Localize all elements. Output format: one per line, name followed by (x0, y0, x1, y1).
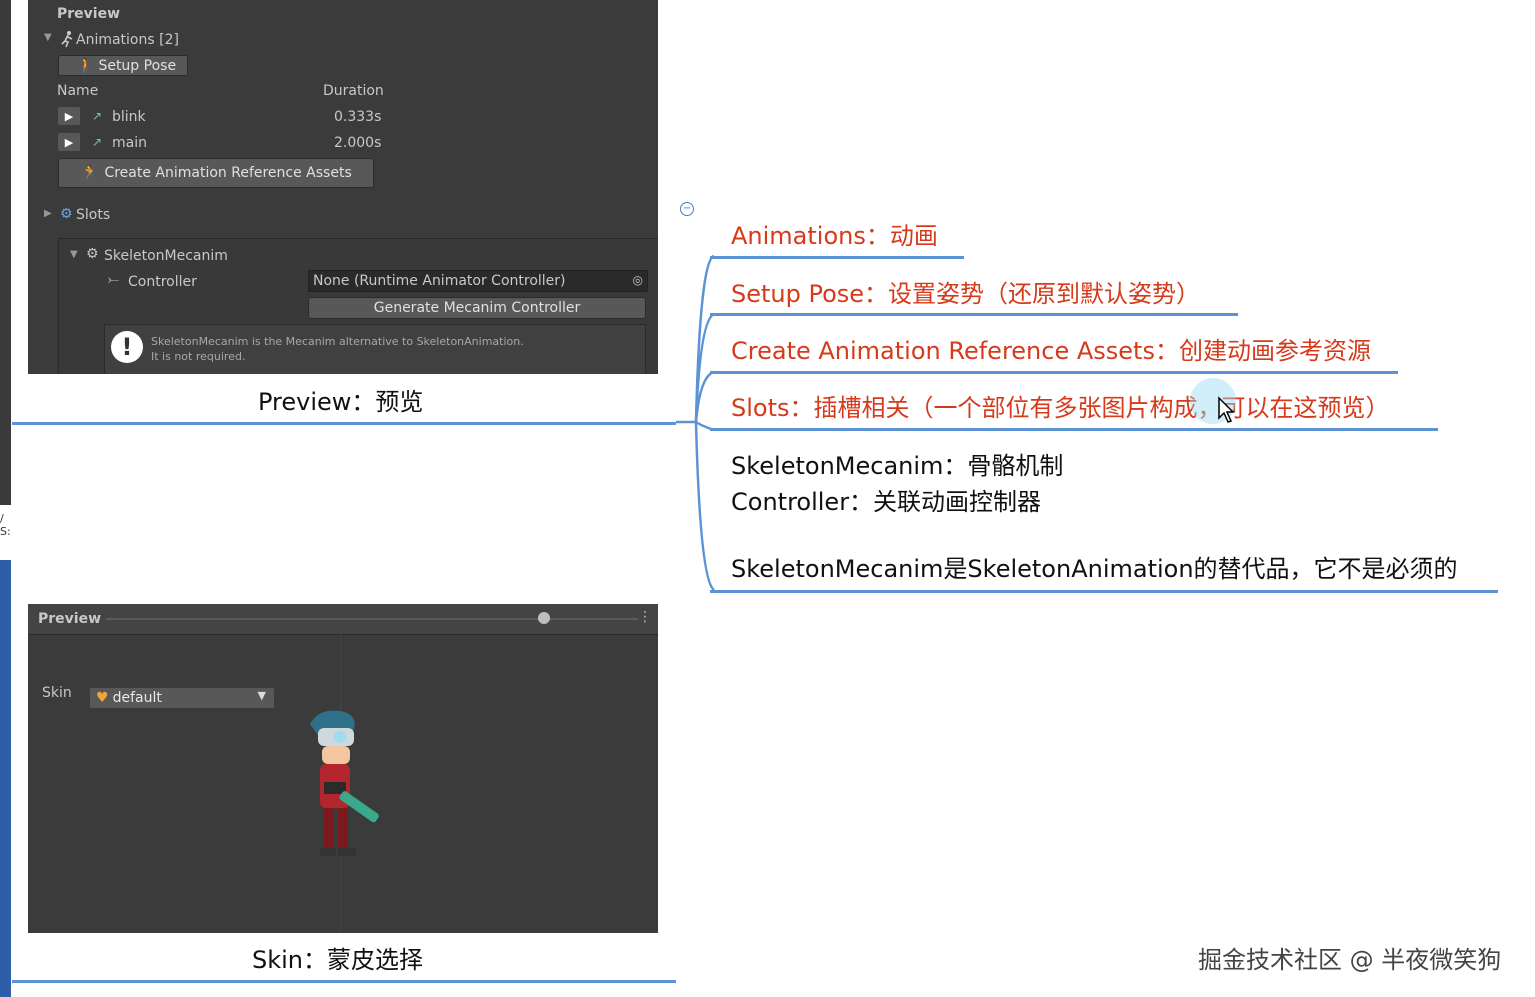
animation-curve-icon: ↗ (92, 109, 103, 123)
mouse-cursor-icon (1217, 396, 1235, 430)
controller-label: Controller (128, 274, 197, 290)
foldout-arrow-icon[interactable]: ▼ (44, 32, 52, 43)
node-underline (710, 313, 1238, 316)
create-animation-reference-assets-button[interactable]: 🏃 Create Animation Reference Assets (58, 158, 374, 188)
foldout-arrow-icon[interactable]: ▶ (44, 208, 52, 219)
mindmap-connectors (676, 254, 715, 592)
animation-duration-blink: 0.333s (334, 109, 382, 125)
controller-object-field[interactable]: None (Runtime Animator Controller) ◎ (308, 270, 648, 292)
controller-value: None (Runtime Animator Controller) (313, 273, 566, 289)
panel-title: Preview (57, 6, 121, 22)
column-duration-header: Duration (323, 83, 384, 99)
preview-slider-knob[interactable] (538, 612, 550, 624)
help-text-line2: It is not required. (151, 350, 246, 363)
play-icon: ▶ (64, 135, 74, 149)
mindmap-node-skeleton-mecanim[interactable]: SkeletonMecanim：骨骼机制 (731, 446, 1063, 481)
skin-label: Skin (42, 685, 72, 701)
foldout-arrow-icon[interactable]: ▼ (70, 249, 78, 260)
running-figure-icon (60, 30, 74, 52)
divider-line (12, 422, 676, 425)
watermark: 掘金技术社区 @ 半夜微笑狗 (1198, 946, 1502, 974)
object-picker-icon[interactable]: ◎ (633, 273, 643, 287)
skin-icon: ♥ (96, 690, 109, 706)
more-options-icon[interactable]: ⋮ (638, 609, 652, 625)
left-edge-strip: / S: (0, 0, 11, 997)
animation-name-blink: blink (112, 109, 146, 125)
inspector-preview-panel: Preview ▼ Animations [2] 🚶 Setup Pose Na… (28, 0, 658, 374)
figure-icon: 🚶 (77, 57, 95, 74)
slots-icon: ⚙ (60, 206, 73, 222)
generate-label: Generate Mecanim Controller (373, 300, 581, 316)
play-main-button[interactable]: ▶ (58, 133, 80, 151)
slots-foldout[interactable]: Slots (76, 207, 110, 223)
mindmap-node-animations[interactable]: Animations：动画 (731, 216, 938, 251)
setup-pose-label: Setup Pose (98, 57, 177, 74)
help-text-line1: SkeletonMecanim is the Mecanim alternati… (151, 335, 524, 348)
mindmap-node-setup-pose[interactable]: Setup Pose：设置姿势（还原到默认姿势） (731, 274, 1200, 309)
controller-icon: ⤚ (108, 272, 120, 288)
spine-character-preview (310, 710, 379, 856)
animation-curve-icon: ↗ (92, 135, 103, 149)
mindmap-node-create-assets[interactable]: Create Animation Reference Assets：创建动画参考… (731, 331, 1371, 366)
skeleton-mecanim-header[interactable]: SkeletonMecanim (104, 248, 228, 264)
skin-dropdown-value: default (112, 690, 162, 706)
animation-name-main: main (112, 135, 147, 151)
play-blink-button[interactable]: ▶ (58, 107, 80, 125)
generate-mecanim-controller-button[interactable]: Generate Mecanim Controller (308, 297, 646, 319)
preview-title: Preview (38, 611, 102, 627)
left-edge-blue (0, 560, 11, 997)
warning-icon: ! (111, 331, 143, 363)
left-edge-dark (0, 0, 11, 505)
node-underline (710, 371, 1398, 374)
running-figure-icon: 🏃 (81, 165, 99, 181)
caption-skin: Skin：蒙皮选择 (252, 946, 424, 974)
node-underline (710, 428, 1438, 431)
animations-foldout[interactable]: Animations [2] (76, 32, 179, 48)
left-edge-glyph: / S: (0, 512, 11, 538)
node-underline (710, 590, 1498, 593)
create-assets-label: Create Animation Reference Assets (104, 165, 352, 181)
chevron-down-icon: ▼ (257, 689, 266, 702)
preview-header: Preview ⋮ (28, 604, 658, 635)
skin-dropdown[interactable]: ♥ default ▼ (90, 688, 274, 708)
divider-line (12, 980, 676, 983)
mindmap-node-mecanim-note[interactable]: SkeletonMecanim是SkeletonAnimation的替代品，它不… (731, 549, 1458, 584)
mindmap-node-slots[interactable]: Slots：插槽相关（一个部位有多张图片构成，可以在这预览） (731, 388, 1390, 423)
mindmap-node-controller[interactable]: Controller：关联动画控制器 (731, 482, 1041, 517)
play-icon: ▶ (64, 109, 74, 123)
caption-preview: Preview：预览 (258, 388, 424, 416)
skin-preview-panel: Preview ⋮ Skin ♥ default ▼ (28, 604, 658, 933)
collapse-icon[interactable]: − (680, 202, 694, 216)
node-underline (710, 256, 964, 259)
column-name-header: Name (57, 83, 99, 99)
animation-duration-main: 2.000s (334, 135, 382, 151)
preview-slider-track[interactable] (106, 618, 638, 620)
help-box: ! SkeletonMecanim is the Mecanim alterna… (104, 324, 646, 374)
setup-pose-button[interactable]: 🚶 Setup Pose (58, 55, 188, 76)
component-icon: ⚙ (86, 246, 99, 262)
